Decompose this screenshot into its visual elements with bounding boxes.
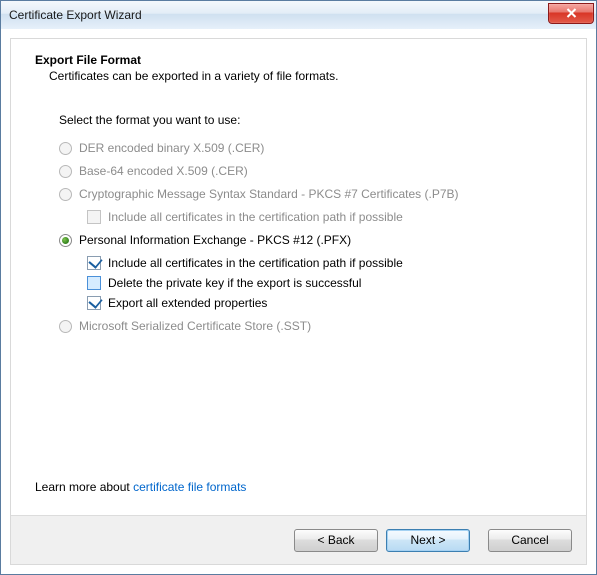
option-sst: Microsoft Serialized Certificate Store (…: [59, 319, 558, 333]
sub-p7b-include-path: Include all certificates in the certific…: [87, 210, 558, 224]
label-sst: Microsoft Serialized Certificate Store (…: [79, 319, 311, 333]
checkbox-pfx-include-path[interactable]: [87, 256, 101, 270]
window-title: Certificate Export Wizard: [9, 8, 548, 22]
label-pfx: Personal Information Exchange - PKCS #12…: [79, 233, 351, 247]
checkbox-pfx-delete-key[interactable]: [87, 276, 101, 290]
label-p7b: Cryptographic Message Syntax Standard - …: [79, 187, 459, 201]
learn-more: Learn more about certificate file format…: [35, 480, 246, 494]
radio-pfx[interactable]: [59, 234, 72, 247]
close-button[interactable]: [548, 3, 594, 24]
page-title: Export File Format: [35, 53, 562, 67]
checkbox-p7b-include-path: [87, 210, 101, 224]
close-icon: [566, 8, 577, 18]
label-base64: Base-64 encoded X.509 (.CER): [79, 164, 248, 178]
option-p7b: Cryptographic Message Syntax Standard - …: [59, 187, 558, 201]
format-form: Select the format you want to use: DER e…: [11, 93, 586, 333]
option-der: DER encoded binary X.509 (.CER): [59, 141, 558, 155]
checkbox-pfx-export-ext[interactable]: [87, 296, 101, 310]
learn-prefix: Learn more about: [35, 480, 133, 494]
format-prompt: Select the format you want to use:: [59, 113, 558, 127]
radio-base64: [59, 165, 72, 178]
content-panel: Export File Format Certificates can be e…: [10, 38, 587, 565]
page-header: Export File Format Certificates can be e…: [11, 39, 586, 93]
label-pfx-include-path: Include all certificates in the certific…: [108, 256, 403, 270]
next-button[interactable]: Next >: [386, 529, 470, 552]
sub-pfx-export-ext[interactable]: Export all extended properties: [87, 296, 558, 310]
radio-der: [59, 142, 72, 155]
learn-link[interactable]: certificate file formats: [133, 480, 246, 494]
radio-sst: [59, 320, 72, 333]
label-der: DER encoded binary X.509 (.CER): [79, 141, 264, 155]
option-base64: Base-64 encoded X.509 (.CER): [59, 164, 558, 178]
label-pfx-export-ext: Export all extended properties: [108, 296, 267, 310]
back-button[interactable]: < Back: [294, 529, 378, 552]
sub-pfx-include-path[interactable]: Include all certificates in the certific…: [87, 256, 558, 270]
titlebar: Certificate Export Wizard: [1, 1, 596, 30]
option-pfx[interactable]: Personal Information Exchange - PKCS #12…: [59, 233, 558, 247]
label-p7b-include-path: Include all certificates in the certific…: [108, 210, 403, 224]
label-pfx-delete-key: Delete the private key if the export is …: [108, 276, 361, 290]
page-subtitle: Certificates can be exported in a variet…: [49, 69, 562, 83]
wizard-window: Certificate Export Wizard Export File Fo…: [0, 0, 597, 575]
window-body: Export File Format Certificates can be e…: [1, 29, 596, 574]
radio-p7b: [59, 188, 72, 201]
button-row: < Back Next > Cancel: [11, 515, 586, 564]
cancel-button[interactable]: Cancel: [488, 529, 572, 552]
sub-pfx-delete-key[interactable]: Delete the private key if the export is …: [87, 276, 558, 290]
